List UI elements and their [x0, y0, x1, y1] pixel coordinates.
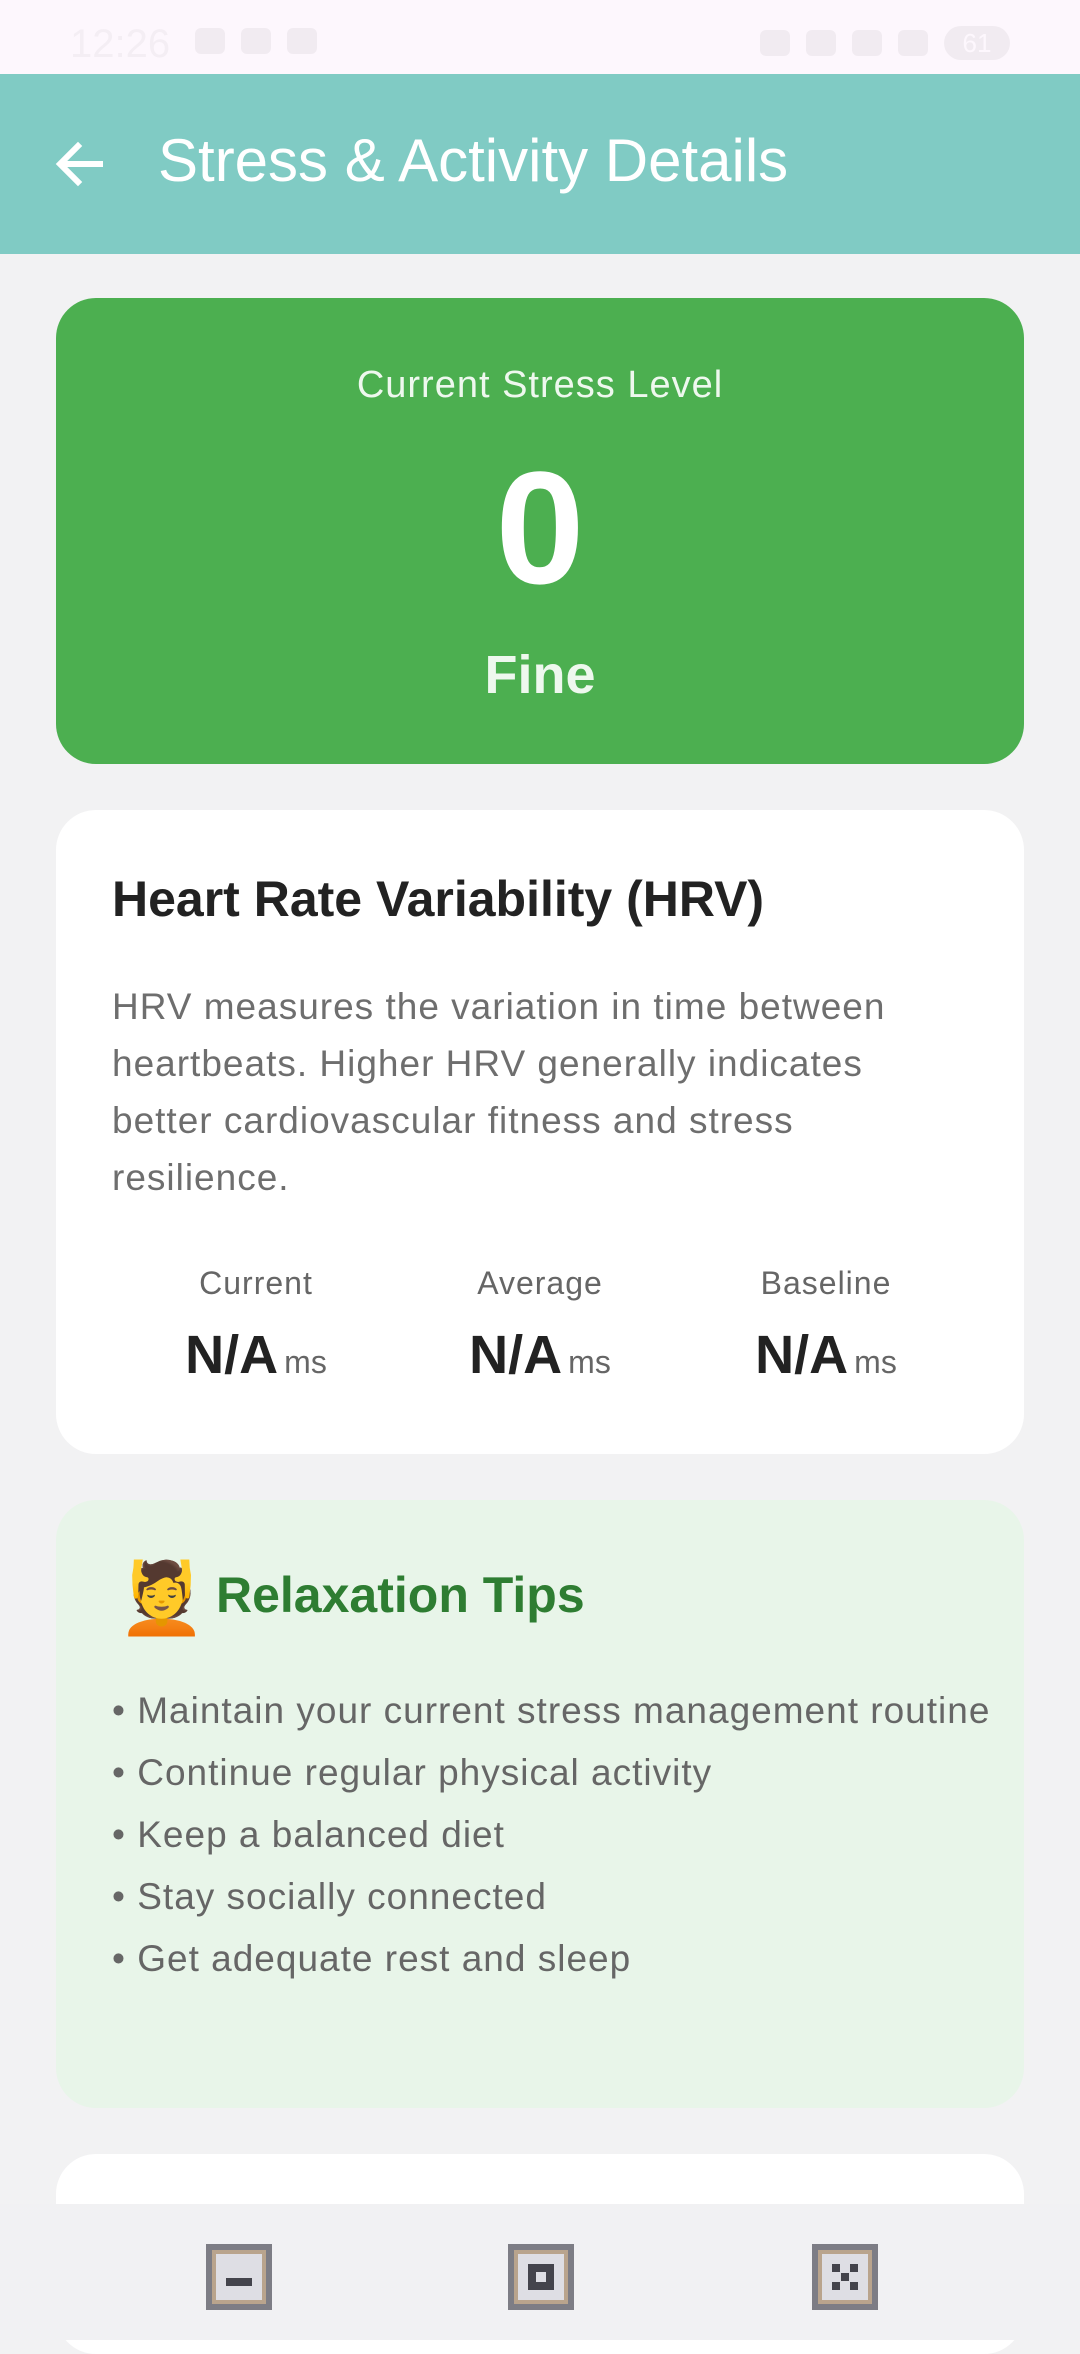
- hrv-metric-average: Average N/A ms: [410, 1265, 670, 1386]
- tip-item: • Stay socially connected: [112, 1876, 547, 1917]
- stress-level-label: Current Stress Level: [356, 364, 724, 406]
- status-notification-icons: [195, 28, 317, 54]
- relaxation-tips-card: 💆 Relaxation Tips • Maintain your curren…: [56, 1500, 1024, 2108]
- nav-back-button[interactable]: [206, 2244, 272, 2310]
- metric-value: N/A: [469, 1325, 563, 1385]
- tip-item: • Maintain your current stress managemen…: [112, 1690, 991, 1731]
- app-bar: Stress & Activity Details: [0, 74, 1080, 254]
- status-system-icons: 61: [760, 26, 1010, 60]
- metric-label: Current: [199, 1265, 313, 1301]
- network-icon: [852, 30, 882, 56]
- metric-unit: ms: [284, 1344, 327, 1380]
- hrv-description: HRV measures the variation in time betwe…: [112, 986, 886, 1198]
- hrv-title: Heart Rate Variability (HRV): [112, 871, 765, 927]
- tip-item: • Keep a balanced diet: [112, 1814, 505, 1855]
- nav-home-button[interactable]: [508, 2244, 574, 2310]
- metric-unit: ms: [568, 1344, 611, 1380]
- notification-icon: [195, 28, 225, 54]
- hrv-metric-baseline: Baseline N/A ms: [696, 1265, 956, 1386]
- notification-icon: [241, 28, 271, 54]
- person-getting-massage-icon: 💆: [118, 1559, 206, 1637]
- metric-unit: ms: [854, 1344, 897, 1380]
- chat-icon: [287, 28, 317, 54]
- metric-label: Baseline: [760, 1265, 892, 1301]
- metric-label: Average: [477, 1265, 603, 1301]
- metric-value: N/A: [755, 1325, 849, 1385]
- metric-value-row: N/A ms: [696, 1324, 956, 1386]
- hrv-metric-current: Current N/A ms: [126, 1265, 386, 1386]
- tip-item: • Get adequate rest and sleep: [112, 1938, 632, 1979]
- vibrate-icon: [760, 30, 790, 56]
- signal-icon: [898, 30, 928, 56]
- metric-value-row: N/A ms: [126, 1324, 386, 1386]
- nav-recents-button[interactable]: [812, 2244, 878, 2310]
- metric-value-row: N/A ms: [410, 1324, 670, 1386]
- stress-level-card: Current Stress Level 0 Fine: [56, 298, 1024, 764]
- battery-indicator: 61: [944, 26, 1010, 60]
- tips-list: • Maintain your current stress managemen…: [112, 1680, 992, 1990]
- tip-item: • Continue regular physical activity: [112, 1752, 713, 1793]
- stress-level-value: 0: [495, 438, 585, 617]
- tips-title: Relaxation Tips: [216, 1567, 585, 1623]
- metric-value: N/A: [185, 1325, 279, 1385]
- stress-level-state: Fine: [484, 645, 596, 705]
- page-title: Stress & Activity Details: [158, 127, 789, 194]
- hrv-card: Heart Rate Variability (HRV) HRV measure…: [56, 810, 1024, 1454]
- mute-icon: [806, 30, 836, 56]
- back-arrow-icon[interactable]: [50, 134, 110, 194]
- status-bar: 12:26 61: [0, 0, 1080, 74]
- status-time: 12:26: [70, 22, 171, 66]
- system-navigation-bar: [0, 2204, 1080, 2340]
